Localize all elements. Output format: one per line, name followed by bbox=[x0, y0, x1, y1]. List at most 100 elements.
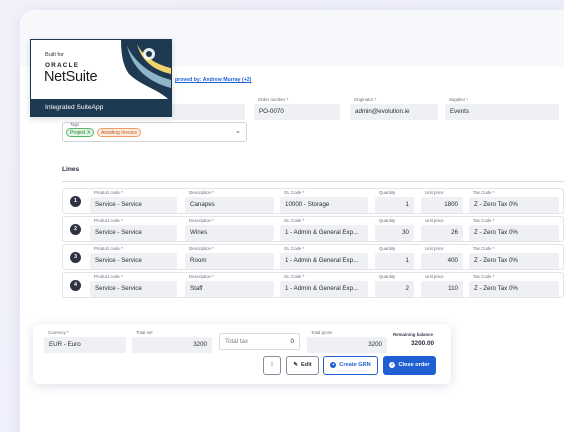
line-description-field[interactable]: Description * Wines bbox=[185, 218, 274, 241]
more-options-button[interactable]: ⋮ bbox=[263, 356, 281, 375]
line-unit-price-value[interactable]: 26 bbox=[421, 225, 463, 241]
plus-circle-icon: + bbox=[330, 362, 337, 368]
line-product-value[interactable]: Service - Service bbox=[90, 197, 177, 213]
line-unit-price-field[interactable]: Unit price 110 bbox=[421, 274, 463, 297]
netsuite-logo-text: NetSuite bbox=[44, 69, 98, 85]
tag-awaiting-invoice[interactable]: Awaiting Invoice bbox=[97, 128, 142, 137]
lines-divider bbox=[62, 181, 564, 182]
currency-label: Currency * bbox=[48, 330, 69, 335]
hidden-field-box[interactable] bbox=[172, 104, 245, 120]
total-tax-label: Total tax bbox=[225, 338, 249, 345]
total-tax-value: 0 bbox=[290, 338, 294, 345]
line-tax-field[interactable]: Tax Code * Z - Zero Tax 0% bbox=[469, 218, 559, 241]
line-unit-price-field[interactable]: Unit price 26 bbox=[421, 218, 463, 241]
lines-title: Lines bbox=[62, 166, 80, 173]
currency-field[interactable]: Currency * EUR - Euro bbox=[44, 330, 126, 353]
line-quantity-value[interactable]: 30 bbox=[375, 225, 414, 241]
line-product-field[interactable]: Product code * Service - Service bbox=[90, 190, 177, 213]
line-description-value[interactable]: Room bbox=[185, 253, 274, 269]
line-unit-price-field[interactable]: Unit price 1800 bbox=[421, 190, 463, 213]
tag-project-x[interactable]: Project X bbox=[66, 128, 95, 137]
line-unit-price-label: Unit price bbox=[425, 274, 444, 279]
line-tax-value[interactable]: Z - Zero Tax 0% bbox=[469, 197, 559, 213]
line-tax-field[interactable]: Tax Code * Z - Zero Tax 0% bbox=[469, 274, 559, 297]
close-order-button[interactable]: ✓ Close order bbox=[383, 356, 436, 375]
line-tax-field[interactable]: Tax Code * Z - Zero Tax 0% bbox=[469, 190, 559, 213]
line-description-label: Description * bbox=[189, 218, 214, 223]
line-product-value[interactable]: Service - Service bbox=[90, 281, 177, 297]
edit-button[interactable]: ✎ Edit bbox=[286, 356, 319, 375]
line-gl-label: GL Code * bbox=[284, 218, 305, 223]
badge-built-for: Built for bbox=[45, 52, 64, 58]
line-product-label: Product code * bbox=[94, 274, 123, 279]
line-description-label: Description * bbox=[189, 190, 214, 195]
line-description-field[interactable]: Description * Staff bbox=[185, 274, 274, 297]
line-tax-value[interactable]: Z - Zero Tax 0% bbox=[469, 253, 559, 269]
approved-by-link[interactable]: proved by: Andrew Murray (+2) bbox=[175, 77, 251, 83]
line-number-badge: 1 bbox=[70, 196, 81, 207]
line-number-badge: 3 bbox=[70, 252, 81, 263]
total-gross-value: 3200 bbox=[307, 337, 387, 353]
line-quantity-value[interactable]: 2 bbox=[375, 281, 414, 297]
line-tax-label: Tax Code * bbox=[473, 218, 495, 223]
line-gl-field[interactable]: GL Code * 1 - Admin & General Exp... bbox=[280, 246, 368, 269]
line-product-label: Product code * bbox=[94, 190, 123, 195]
line-gl-label: GL Code * bbox=[284, 274, 305, 279]
line-tax-value[interactable]: Z - Zero Tax 0% bbox=[469, 225, 559, 241]
chevron-down-icon[interactable]: ⌄ bbox=[235, 127, 241, 135]
line-product-field[interactable]: Product code * Service - Service bbox=[90, 218, 177, 241]
line-description-field[interactable]: Description * Canapes bbox=[185, 190, 274, 213]
supplier-label: Supplier * bbox=[449, 97, 469, 102]
line-quantity-field[interactable]: Quantity 30 bbox=[375, 218, 414, 241]
line-gl-field[interactable]: GL Code * 10000 - Storage bbox=[280, 190, 368, 213]
line-unit-price-value[interactable]: 110 bbox=[421, 281, 463, 297]
line-quantity-field[interactable]: Quantity 2 bbox=[375, 274, 414, 297]
line-description-value[interactable]: Wines bbox=[185, 225, 274, 241]
check-circle-icon: ✓ bbox=[389, 362, 396, 368]
line-unit-price-value[interactable]: 400 bbox=[421, 253, 463, 269]
line-quantity-field[interactable]: Quantity 1 bbox=[375, 246, 414, 269]
line-gl-field[interactable]: GL Code * 1 - Admin & General Exp... bbox=[280, 218, 368, 241]
pencil-icon: ✎ bbox=[293, 362, 299, 368]
hidden-field[interactable] bbox=[172, 97, 245, 120]
originator-value[interactable]: admin@evolution.ie bbox=[350, 104, 438, 120]
line-gl-value[interactable]: 1 - Admin & General Exp... bbox=[280, 281, 368, 297]
supplier-value[interactable]: Events bbox=[445, 104, 559, 120]
line-gl-value[interactable]: 1 - Admin & General Exp... bbox=[280, 225, 368, 241]
line-gl-value[interactable]: 10000 - Storage bbox=[280, 197, 368, 213]
originator-field[interactable]: Originator * admin@evolution.ie bbox=[350, 97, 438, 120]
line-product-value[interactable]: Service - Service bbox=[90, 253, 177, 269]
line-product-label: Product code * bbox=[94, 246, 123, 251]
oracle-logo-text: ORACLE bbox=[45, 62, 80, 69]
line-quantity-label: Quantity bbox=[379, 274, 396, 279]
line-tax-label: Tax Code * bbox=[473, 246, 495, 251]
line-quantity-field[interactable]: Quantity 1 bbox=[375, 190, 414, 213]
line-unit-price-label: Unit price bbox=[425, 218, 444, 223]
currency-value[interactable]: EUR - Euro bbox=[44, 337, 126, 353]
line-description-value[interactable]: Staff bbox=[185, 281, 274, 297]
line-quantity-value[interactable]: 1 bbox=[375, 197, 414, 213]
line-tax-label: Tax Code * bbox=[473, 274, 495, 279]
order-number-value[interactable]: PO-0070 bbox=[254, 104, 340, 120]
order-number-field[interactable]: Order number * PO-0070 bbox=[254, 97, 340, 120]
line-unit-price-field[interactable]: Unit price 400 bbox=[421, 246, 463, 269]
total-tax-box: Total tax 0 bbox=[219, 333, 300, 350]
remaining-balance-label: Remaining balance bbox=[393, 332, 434, 337]
line-description-label: Description * bbox=[189, 274, 214, 279]
line-quantity-value[interactable]: 1 bbox=[375, 253, 414, 269]
badge-footer: Integrated SuiteApp bbox=[31, 99, 171, 116]
line-gl-value[interactable]: 1 - Admin & General Exp... bbox=[280, 253, 368, 269]
line-description-field[interactable]: Description * Room bbox=[185, 246, 274, 269]
line-gl-field[interactable]: GL Code * 1 - Admin & General Exp... bbox=[280, 274, 368, 297]
line-product-value[interactable]: Service - Service bbox=[90, 225, 177, 241]
remaining-balance-value: 3200.00 bbox=[411, 340, 435, 347]
create-grn-button[interactable]: + Create GRN bbox=[323, 356, 378, 375]
line-product-field[interactable]: Product code * Service - Service bbox=[90, 246, 177, 269]
line-description-value[interactable]: Canapes bbox=[185, 197, 274, 213]
supplier-field[interactable]: Supplier * Events bbox=[445, 97, 559, 120]
line-product-field[interactable]: Product code * Service - Service bbox=[90, 274, 177, 297]
line-quantity-label: Quantity bbox=[379, 190, 396, 195]
line-tax-field[interactable]: Tax Code * Z - Zero Tax 0% bbox=[469, 246, 559, 269]
line-tax-value[interactable]: Z - Zero Tax 0% bbox=[469, 281, 559, 297]
line-unit-price-value[interactable]: 1800 bbox=[421, 197, 463, 213]
